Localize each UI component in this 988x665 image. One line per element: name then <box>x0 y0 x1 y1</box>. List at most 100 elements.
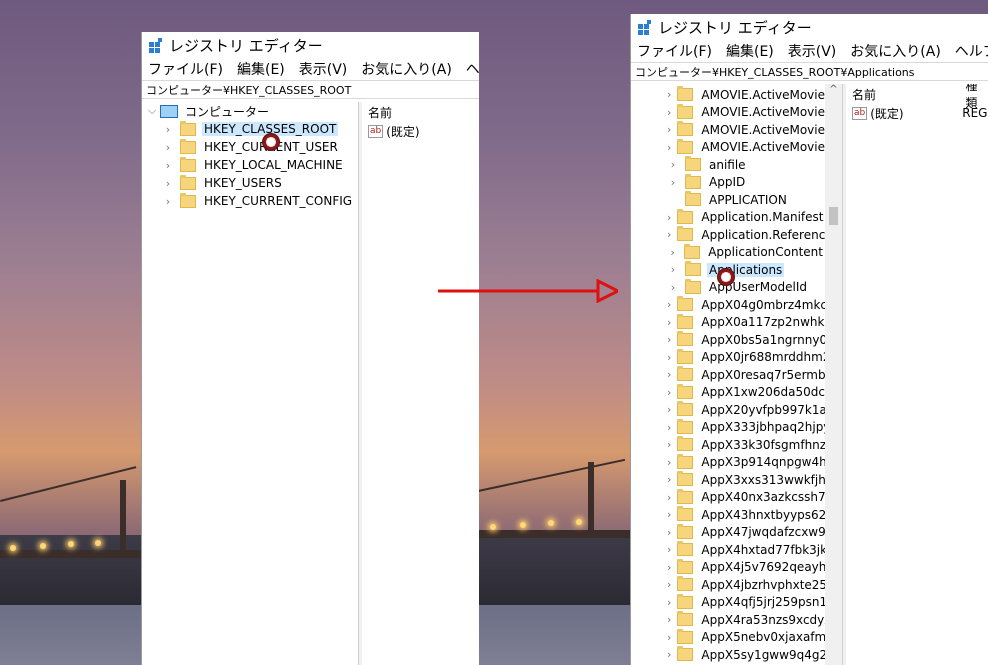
tree-root[interactable]: ⌵ コンピューター <box>142 102 358 120</box>
chevron-right-icon[interactable]: › <box>667 613 671 626</box>
chevron-right-icon[interactable]: › <box>162 177 174 190</box>
menu-favorites[interactable]: お気に入り(A) <box>361 59 452 79</box>
chevron-right-icon[interactable]: › <box>667 88 671 101</box>
chevron-right-icon[interactable]: › <box>667 403 671 416</box>
tree-item[interactable]: › AppX4hxtad77fbk3jkke <box>631 541 841 559</box>
chevron-right-icon[interactable]: › <box>667 438 671 451</box>
chevron-right-icon[interactable]: › <box>667 211 671 224</box>
tree-item[interactable]: › Application.Reference <box>631 226 833 244</box>
tree-item[interactable]: › AppX4qfj5jrj259psn161 <box>631 593 842 612</box>
tree-scrollbar[interactable]: ^ <box>825 84 842 665</box>
menu-help[interactable]: ヘ <box>466 59 479 79</box>
tree-item-hku[interactable]: › HKEY_USERS <box>142 174 358 192</box>
column-name-label[interactable]: 名前 <box>846 86 965 103</box>
tree-item[interactable]: › AppX5nebv0xjaxafmmr <box>631 628 842 647</box>
scroll-up-icon[interactable]: ^ <box>825 84 842 95</box>
menu-edit[interactable]: 編集(E) <box>726 41 774 61</box>
tree-item[interactable]: APPLICATION <box>631 191 825 209</box>
chevron-down-icon[interactable]: ⌵ <box>146 104 158 118</box>
menu-view[interactable]: 表示(V) <box>788 41 837 61</box>
tree-item[interactable]: › AMOVIE.ActiveMovieCo <box>631 138 841 157</box>
chevron-right-icon[interactable]: › <box>667 543 671 556</box>
tree-item[interactable]: › AppX0resaq7r5ermbh4t <box>631 366 842 384</box>
chevron-right-icon[interactable]: › <box>667 421 671 434</box>
tree-item[interactable]: › AppID <box>631 173 825 192</box>
chevron-right-icon[interactable]: › <box>667 368 671 381</box>
value-row-default[interactable]: ab (既定) <box>362 122 479 140</box>
chevron-right-icon[interactable]: › <box>162 123 174 136</box>
tree-item[interactable]: › AppX33k30fsgmfhnzmk <box>631 436 842 454</box>
value-row-default[interactable]: ab (既定) REG <box>846 104 988 122</box>
chevron-right-icon[interactable]: › <box>667 561 671 574</box>
chevron-right-icon[interactable]: › <box>667 631 671 644</box>
tree-item[interactable]: › Application.Manifest <box>631 208 825 227</box>
tree-item[interactable]: › AppX5sy1gww9q4g2gt9 <box>631 646 842 664</box>
tree-item[interactable]: › AppX40nx3azkcssh7ybc <box>631 488 842 507</box>
tree-item[interactable]: › AppX0a117zp2nwhknfd <box>631 313 842 332</box>
tree-item-hklm[interactable]: › HKEY_LOCAL_MACHINE <box>142 156 358 174</box>
tree-item[interactable]: › AppX4ra53nzs9xcdyxf1 <box>631 611 842 629</box>
chevron-right-icon[interactable]: › <box>162 159 174 172</box>
panes: ⌵ コンピューター › HKEY_CLASSES_ROOT › HKEY_CUR… <box>142 102 479 665</box>
tree-item-hkcr[interactable]: › HKEY_CLASSES_ROOT <box>142 120 358 138</box>
key-tree-list: › AMOVIE.ActiveMovie C › AMOVIE.ActiveMovie… <box>631 86 842 664</box>
tree-item-hkcu[interactable]: › HKEY_CURRENT_USER <box>142 138 358 156</box>
tree-item[interactable]: › AMOVIE.ActiveMovie C <box>631 103 837 122</box>
chevron-right-icon[interactable]: › <box>667 316 671 329</box>
chevron-right-icon[interactable]: › <box>162 141 174 154</box>
chevron-right-icon[interactable]: › <box>667 246 678 259</box>
menu-view[interactable]: 表示(V) <box>299 59 348 79</box>
chevron-right-icon[interactable]: › <box>667 491 671 504</box>
chevron-right-icon[interactable]: › <box>667 386 671 399</box>
chevron-right-icon[interactable]: › <box>667 473 671 486</box>
menu-file[interactable]: ファイル(F) <box>148 59 223 79</box>
chevron-right-icon[interactable]: › <box>667 596 671 609</box>
tree-item[interactable]: › ApplicationContent <box>631 243 825 262</box>
folder-icon <box>677 471 694 487</box>
chevron-right-icon[interactable]: › <box>667 176 679 189</box>
tree-item-label: AppX0resaq7r5ermbh4t <box>701 367 843 382</box>
address-bar[interactable]: コンピューター¥HKEY_CLASSES_ROOT <box>142 80 479 99</box>
chevron-right-icon[interactable]: › <box>667 228 671 241</box>
chevron-right-icon[interactable]: › <box>667 123 671 136</box>
tree-item[interactable]: › AppX0jr688mrddhm2gs <box>631 348 842 367</box>
chevron-right-icon[interactable]: › <box>667 106 671 119</box>
chevron-right-icon[interactable]: › <box>667 526 671 539</box>
chevron-right-icon[interactable]: › <box>162 195 174 208</box>
address-bar[interactable]: コンピューター¥HKEY_CLASSES_ROOT¥Applications <box>631 62 988 81</box>
chevron-right-icon[interactable]: › <box>667 333 671 346</box>
window-title: レジストリ エディター <box>169 36 323 55</box>
menu-edit[interactable]: 編集(E) <box>237 59 285 79</box>
tree-item[interactable]: › AppX1xw206da50dcy5b <box>631 383 842 402</box>
tree-item-hkcc[interactable]: › HKEY_CURRENT_CONFIG <box>142 192 358 210</box>
tree-item[interactable]: › AppX4j5v7692qeayhwc <box>631 558 842 577</box>
tree-item[interactable]: › AppX0bs5a1ngrnny0q4 <box>631 331 842 349</box>
chevron-right-icon[interactable]: › <box>667 298 671 311</box>
chevron-right-icon[interactable]: › <box>667 141 671 154</box>
column-header-name[interactable]: 名前 <box>362 102 479 122</box>
chevron-right-icon[interactable]: › <box>667 158 679 171</box>
tree-item[interactable]: › AppX47jwqdafzcxw9wn <box>631 523 842 542</box>
menu-file[interactable]: ファイル(F) <box>637 41 712 61</box>
tree-item[interactable]: › AppX333jbhpaq2hjpyd <box>631 418 838 437</box>
scrollbar-thumb[interactable] <box>829 207 838 225</box>
chevron-right-icon[interactable]: › <box>667 263 679 276</box>
chevron-right-icon[interactable]: › <box>667 281 679 294</box>
chevron-right-icon[interactable]: › <box>667 578 671 591</box>
chevron-right-icon[interactable]: › <box>667 648 671 661</box>
tree-item[interactable]: › AppX04g0mbrz4mkc6e8 <box>631 296 842 314</box>
folder-icon <box>677 558 694 574</box>
tree-item[interactable]: › AppX4jbzrhvphxte25e0 <box>631 576 842 594</box>
tree-item[interactable]: › AMOVIE.ActiveMovieCo <box>631 121 841 139</box>
chevron-right-icon[interactable]: › <box>667 456 671 469</box>
chevron-right-icon[interactable]: › <box>667 508 671 521</box>
menu-help[interactable]: ヘルプ <box>955 41 988 61</box>
tree-item[interactable]: › anifile <box>631 156 825 174</box>
tree-item[interactable]: › AppX3p914qnpgw4hwj <box>631 453 840 472</box>
tree-item[interactable]: › AppX43hnxtbyyps62jhe <box>631 506 842 524</box>
menu-favorites[interactable]: お気に入り(A) <box>850 41 941 61</box>
tree-item[interactable]: › AppX3xxs313wwkfjhyth <box>631 471 842 489</box>
chevron-right-icon[interactable]: › <box>667 351 671 364</box>
tree-item[interactable]: › AppX20yvfpb997k1arm <box>631 401 842 419</box>
tree-item[interactable]: › AMOVIE.ActiveMovie C <box>631 86 837 104</box>
